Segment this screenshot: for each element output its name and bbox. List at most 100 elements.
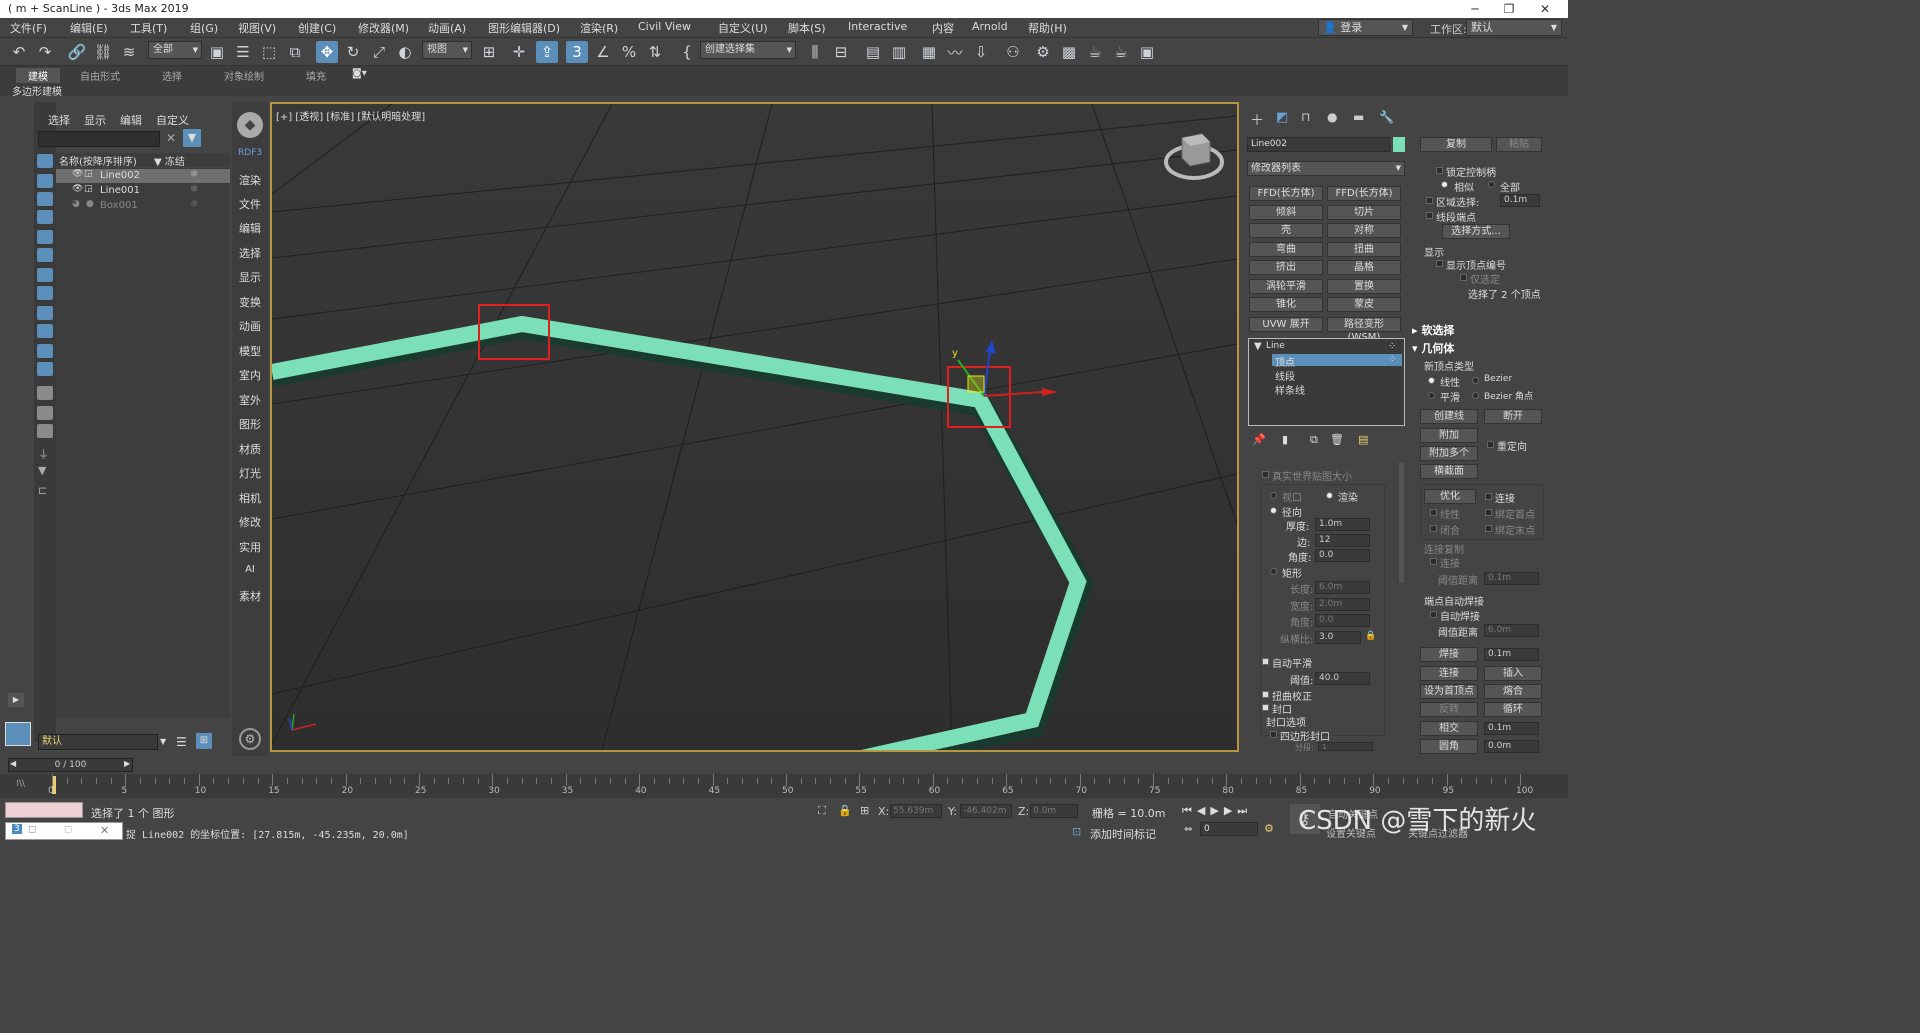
ribbon-poly-modeling[interactable]: 多边形建模: [12, 83, 62, 98]
category-model[interactable]: 模型: [232, 343, 268, 359]
modifier-uvw-unwrap-button[interactable]: UVW 展开: [1249, 317, 1323, 332]
filter-icon[interactable]: ▼: [183, 129, 201, 147]
freeze-icon[interactable]: ❄: [190, 199, 198, 210]
viewport-label[interactable]: [+] [透视] [标准] [默认明暗处理]: [276, 108, 425, 123]
bind-first-checkbox[interactable]: [1485, 509, 1492, 516]
bind-spacewarp-icon[interactable]: ≋: [118, 41, 140, 63]
z-coordinate-field[interactable]: 0.0m: [1030, 804, 1078, 818]
show-vertex-numbers-checkbox[interactable]: [1436, 260, 1443, 267]
plugin-logo-icon[interactable]: ◆: [237, 112, 263, 138]
real-world-checkbox[interactable]: [1262, 471, 1269, 478]
lock-handles-checkbox[interactable]: [1436, 167, 1443, 174]
x-coordinate-field[interactable]: 55.639m: [890, 804, 942, 818]
restore-icon[interactable]: ◻: [64, 824, 72, 835]
category-modify[interactable]: 修改: [232, 514, 268, 530]
modifier-ffd-box-button-2[interactable]: FFD(长方体): [1327, 186, 1401, 201]
aspect-spinner[interactable]: 3.0: [1315, 631, 1361, 644]
y-coordinate-field[interactable]: -46.402m: [960, 804, 1012, 818]
menu-help[interactable]: 帮助(H): [1028, 20, 1067, 36]
layer-dropdown[interactable]: 默认: [38, 734, 158, 750]
smooth-radio[interactable]: [1428, 392, 1435, 399]
column-freeze-header[interactable]: ▼ 冻结: [154, 153, 185, 168]
threshold-spinner[interactable]: 40.0: [1315, 672, 1370, 685]
modifier-extrude-button[interactable]: 挤出: [1249, 260, 1323, 275]
lock-selection-icon[interactable]: 🔒: [838, 804, 852, 817]
scrollbar[interactable]: [1399, 462, 1404, 582]
paste-button[interactable]: 粘贴: [1496, 137, 1542, 152]
attach-multiple-button[interactable]: 附加多个: [1420, 446, 1478, 461]
render-grid-icon[interactable]: ▣: [1136, 41, 1158, 63]
attach-button[interactable]: 附加: [1420, 428, 1478, 443]
mirror-icon[interactable]: ⫼: [804, 41, 826, 63]
sides-spinner[interactable]: 12: [1315, 534, 1370, 547]
show-end-result-icon[interactable]: ▮: [1282, 433, 1288, 446]
fuse-button[interactable]: 熔合: [1484, 684, 1542, 699]
ribbon-tab-modeling[interactable]: 建模: [16, 68, 60, 83]
sort-icon[interactable]: ⊞: [196, 733, 212, 749]
area-selection-checkbox[interactable]: [1426, 197, 1433, 204]
utilities-tab-icon[interactable]: 🔧: [1379, 110, 1394, 124]
segments-spinner[interactable]: 1: [1318, 742, 1373, 751]
hidden-eye-icon[interactable]: ◕: [72, 199, 80, 209]
link-icon[interactable]: 🔗: [66, 41, 88, 63]
modifier-path-deform-button[interactable]: 路径变形 (WSM): [1327, 317, 1401, 343]
window-crossing-icon[interactable]: ⧉: [284, 41, 306, 63]
eye-icon[interactable]: 👁: [72, 169, 83, 179]
explorer-search-input[interactable]: [38, 131, 160, 147]
curve-editor-icon[interactable]: 〰: [944, 41, 966, 63]
filter-icon[interactable]: ⏚: [38, 446, 49, 462]
modifier-bend-button[interactable]: 弯曲: [1249, 242, 1323, 257]
ribbon-tab-selection[interactable]: 选择: [162, 68, 182, 83]
radial-radio[interactable]: [1270, 507, 1277, 514]
angle-snap-icon[interactable]: ∠: [592, 41, 614, 63]
menu-views[interactable]: 视图(V): [238, 20, 276, 36]
all-radio[interactable]: [1488, 181, 1495, 188]
cap-checkbox[interactable]: [1262, 704, 1269, 711]
display-spacewarps-icon[interactable]: [37, 248, 53, 262]
hierarchy-tab-icon[interactable]: ⊓: [1301, 110, 1310, 124]
display-geometry-icon[interactable]: [37, 154, 53, 168]
modifier-lattice-button[interactable]: 晶格: [1327, 260, 1401, 275]
next-frame-icon[interactable]: ▶: [124, 759, 130, 768]
time-tag-icon[interactable]: ⊡: [1072, 825, 1081, 838]
selected-only-checkbox[interactable]: [1460, 274, 1467, 281]
modifier-taper-button[interactable]: 锥化: [1249, 297, 1323, 312]
weld-button[interactable]: 焊接: [1420, 647, 1478, 662]
isolate-icon[interactable]: ⛶: [818, 804, 826, 818]
pin-stack-icon[interactable]: 📌: [1252, 433, 1266, 446]
explorer-menu-select[interactable]: 选择: [48, 112, 70, 128]
category-assets[interactable]: 素材: [232, 588, 268, 604]
select-object-icon[interactable]: ▣: [206, 41, 228, 63]
modifier-displace-button[interactable]: 置换: [1327, 279, 1401, 294]
render-icon[interactable]: ☕: [1084, 41, 1106, 63]
display-shapes-icon[interactable]: [37, 174, 53, 188]
viewport-layout-icon[interactable]: [5, 722, 31, 746]
explorer-row[interactable]: 👁 ◲ Line001 ❄: [56, 184, 230, 198]
stack-segment[interactable]: 线段: [1275, 368, 1295, 383]
category-animation[interactable]: 动画: [232, 318, 268, 334]
menu-file[interactable]: 文件(F): [10, 20, 47, 36]
menu-edit[interactable]: 编辑(E): [70, 20, 108, 36]
configure-sets-icon[interactable]: ▤: [1358, 433, 1368, 446]
layer-explorer-icon[interactable]: ▥: [888, 41, 910, 63]
category-ai[interactable]: AI: [232, 564, 268, 575]
stack-spline[interactable]: 样条线: [1275, 382, 1305, 397]
display-cameras-icon[interactable]: [37, 210, 53, 224]
display-containers-icon[interactable]: [37, 324, 53, 338]
copy-button[interactable]: 复制: [1420, 137, 1492, 152]
move-icon[interactable]: ✥: [316, 41, 338, 63]
select-by-name-icon[interactable]: ☰: [232, 41, 254, 63]
ribbon-tab-object-paint[interactable]: 对象绘制: [224, 68, 264, 83]
maxscript-listener-input[interactable]: [5, 802, 83, 818]
menu-scripting[interactable]: 脚本(S): [788, 20, 826, 36]
bezier-corner-radio[interactable]: [1472, 392, 1479, 399]
add-time-tag[interactable]: 添加时间标记: [1090, 826, 1156, 842]
length-spinner[interactable]: 6.0m: [1315, 581, 1370, 594]
category-display[interactable]: 显示: [232, 269, 268, 285]
modifier-ffd-box-button[interactable]: FFD(长方体): [1249, 186, 1323, 201]
menu-content[interactable]: 内容: [932, 20, 954, 36]
display-invert-icon[interactable]: [37, 424, 53, 438]
material-editor-icon[interactable]: ⚇: [1002, 41, 1024, 63]
create-line-button[interactable]: 创建线: [1420, 409, 1478, 424]
chevron-down-icon[interactable]: ▼: [160, 737, 166, 746]
